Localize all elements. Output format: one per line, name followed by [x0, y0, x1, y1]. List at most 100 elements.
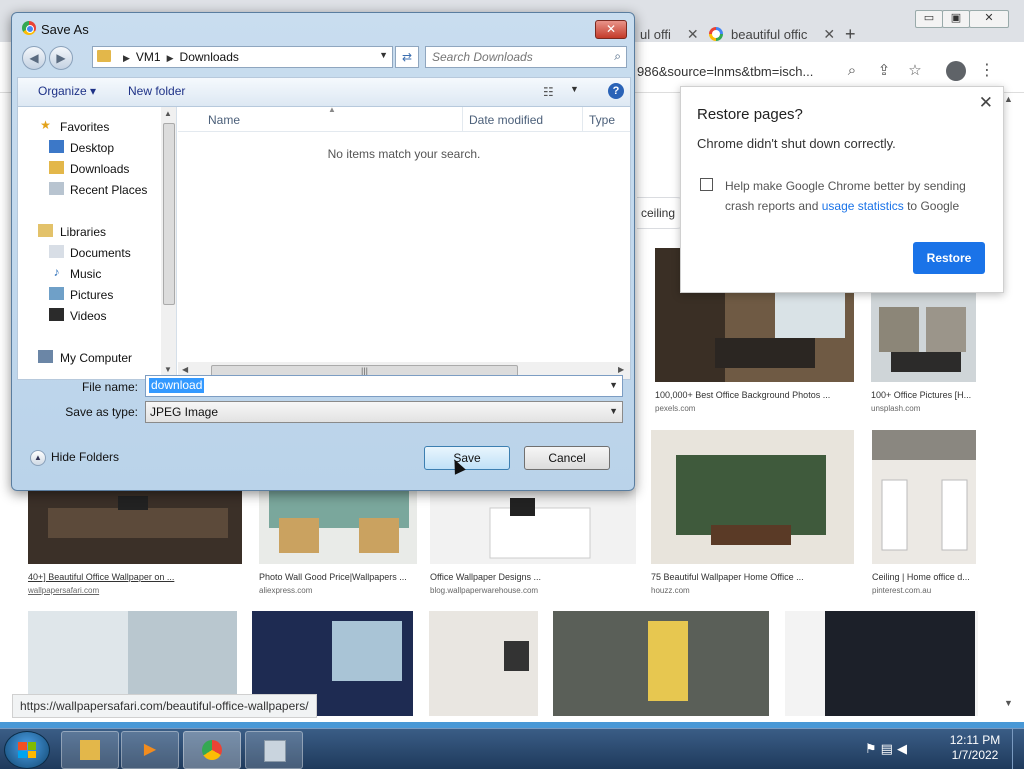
chevron-down-icon[interactable]: ▼ — [379, 50, 388, 60]
nav-item-libraries[interactable]: Libraries — [18, 222, 158, 241]
cancel-button[interactable]: Cancel — [524, 446, 610, 470]
taskbar-chrome[interactable] — [183, 731, 241, 769]
page-scroll-up-arrow[interactable]: ▲ — [1004, 94, 1013, 104]
nav-item-videos[interactable]: Videos — [18, 306, 158, 325]
scroll-left-arrow[interactable]: ◀ — [182, 365, 188, 374]
column-header: ▲ Name Date modified Type — [178, 105, 630, 132]
videos-icon — [49, 308, 64, 321]
nav-item-label: Recent Places — [70, 183, 148, 197]
nav-item-my-computer[interactable]: My Computer — [18, 348, 158, 367]
column-divider[interactable] — [582, 107, 583, 131]
tab-title: ul offi — [640, 26, 671, 42]
result-source: pexels.com — [655, 404, 696, 413]
chrome-icon — [202, 740, 222, 760]
minimize-button[interactable]: ▭ — [915, 10, 943, 28]
tab-close-icon[interactable]: ✕ — [823, 26, 835, 43]
scroll-right-arrow[interactable]: ▶ — [618, 365, 624, 374]
restore-button[interactable]: Restore — [913, 242, 985, 274]
show-desktop-button[interactable] — [1012, 729, 1024, 769]
chevron-down-icon[interactable]: ▼ — [609, 406, 618, 416]
recent-places-icon — [49, 182, 64, 195]
breadcrumb-item[interactable]: Downloads — [180, 50, 239, 64]
new-tab-button[interactable]: + — [845, 18, 856, 50]
search-icon[interactable]: ⌕ — [614, 49, 621, 64]
file-name-value[interactable]: download — [149, 378, 205, 393]
nav-item-label: Desktop — [70, 141, 115, 155]
start-button[interactable] — [4, 731, 50, 769]
dialog-close-button[interactable]: ✕ — [595, 20, 627, 39]
volume-icon[interactable]: ◀ — [897, 741, 911, 756]
refresh-icon[interactable]: ⇄ — [395, 46, 419, 68]
empty-state-message: No items match your search. — [327, 147, 481, 161]
crash-report-checkbox[interactable] — [700, 178, 713, 191]
breadcrumb-item[interactable]: VM1 — [136, 50, 161, 64]
nav-item-label: My Computer — [60, 351, 133, 365]
column-type[interactable]: Type — [589, 113, 615, 127]
help-icon[interactable]: ? — [608, 83, 624, 99]
save-as-type-value: JPEG Image — [150, 405, 219, 419]
address-bar[interactable]: ▶ VM1 ▶ Downloads ▼ — [92, 46, 393, 68]
scroll-down-arrow[interactable]: ▼ — [164, 365, 172, 374]
save-as-type-select[interactable]: JPEG Image ▼ — [145, 401, 623, 423]
chevron-down-icon[interactable]: ▼ — [609, 380, 618, 390]
bookmark-star-icon[interactable]: ☆ — [906, 62, 924, 80]
dialog-titlebar[interactable]: Save As ✕ — [12, 13, 634, 43]
navigation-scrollbar[interactable]: ▲ ▼ — [161, 107, 176, 379]
network-icon[interactable]: ▤ — [881, 741, 897, 756]
nav-item-documents[interactable]: Documents — [18, 243, 158, 262]
save-button[interactable]: Save — [424, 446, 510, 470]
clock[interactable]: 12:11 PM 1/7/2022 — [945, 733, 1005, 763]
organize-button[interactable]: Organize ▾ — [38, 84, 96, 98]
nav-item-recent-places[interactable]: Recent Places — [18, 180, 158, 199]
result-thumbnail[interactable] — [553, 611, 769, 716]
usage-statistics-link[interactable]: usage statistics — [822, 199, 904, 213]
nav-item-pictures[interactable]: Pictures — [18, 285, 158, 304]
taskbar-file-dialog[interactable] — [245, 731, 303, 769]
nav-item-label: Documents — [70, 246, 131, 260]
result-thumbnail — [28, 488, 242, 564]
forward-arrow-icon[interactable]: ▶ — [49, 46, 73, 70]
computer-icon — [38, 350, 53, 363]
nav-item-desktop[interactable]: Desktop — [18, 138, 158, 157]
nav-item-downloads[interactable]: Downloads — [18, 159, 158, 178]
nav-item-favorites[interactable]: ★ Favorites — [18, 117, 158, 136]
documents-icon — [49, 245, 64, 258]
tab-close-icon[interactable]: ✕ — [687, 26, 699, 43]
taskbar-media-player[interactable]: ▶ — [121, 731, 179, 769]
clock-time: 12:11 PM — [949, 733, 1001, 747]
chevron-down-icon[interactable]: ▼ — [570, 84, 579, 94]
desktop-icon — [49, 140, 64, 153]
chrome-tab-1[interactable]: ul offi ✕ — [640, 18, 699, 50]
menu-dots-icon[interactable]: ⋮ — [978, 62, 996, 80]
omnibox-url[interactable]: 986&source=lnms&tbm=isch... — [637, 64, 813, 79]
column-divider[interactable] — [462, 107, 463, 131]
search-box[interactable]: ⌕ — [425, 46, 627, 68]
view-options-icon[interactable]: ☷ — [543, 85, 559, 99]
hide-folders-button[interactable]: ▲ Hide Folders — [30, 450, 119, 466]
new-folder-button[interactable]: New folder — [128, 84, 185, 98]
scrollbar-thumb[interactable] — [163, 123, 175, 305]
page-scroll-down-arrow[interactable]: ▼ — [1004, 698, 1013, 708]
star-icon: ★ — [40, 118, 51, 132]
result-source: houzz.com — [651, 586, 690, 595]
google-icon — [709, 27, 723, 41]
file-name-field[interactable]: download ▼ — [145, 375, 623, 397]
nav-item-music[interactable]: ♪ Music — [18, 264, 158, 283]
taskbar-explorer[interactable] — [61, 731, 119, 769]
scroll-up-arrow[interactable]: ▲ — [164, 109, 172, 118]
column-date-modified[interactable]: Date modified — [469, 113, 543, 127]
profile-avatar-icon[interactable] — [946, 61, 966, 81]
column-name[interactable]: Name — [208, 113, 240, 127]
back-arrow-icon[interactable]: ◀ — [22, 46, 46, 70]
zoom-icon[interactable]: ⌕ — [843, 62, 861, 80]
result-source: unsplash.com — [871, 404, 921, 413]
maximize-button[interactable]: ▣ — [942, 10, 970, 28]
restore-popup-close-icon[interactable]: ✕ — [979, 93, 993, 113]
search-input[interactable] — [426, 47, 608, 67]
result-thumbnail[interactable] — [429, 611, 538, 716]
window-close-button[interactable]: ✕ — [969, 10, 1009, 28]
share-icon[interactable]: ⇪ — [875, 62, 893, 80]
action-center-icon[interactable]: ⚑ — [865, 741, 881, 756]
chrome-tab-2[interactable]: beautiful offic ✕ — [709, 18, 835, 50]
result-thumbnail[interactable] — [785, 611, 978, 716]
